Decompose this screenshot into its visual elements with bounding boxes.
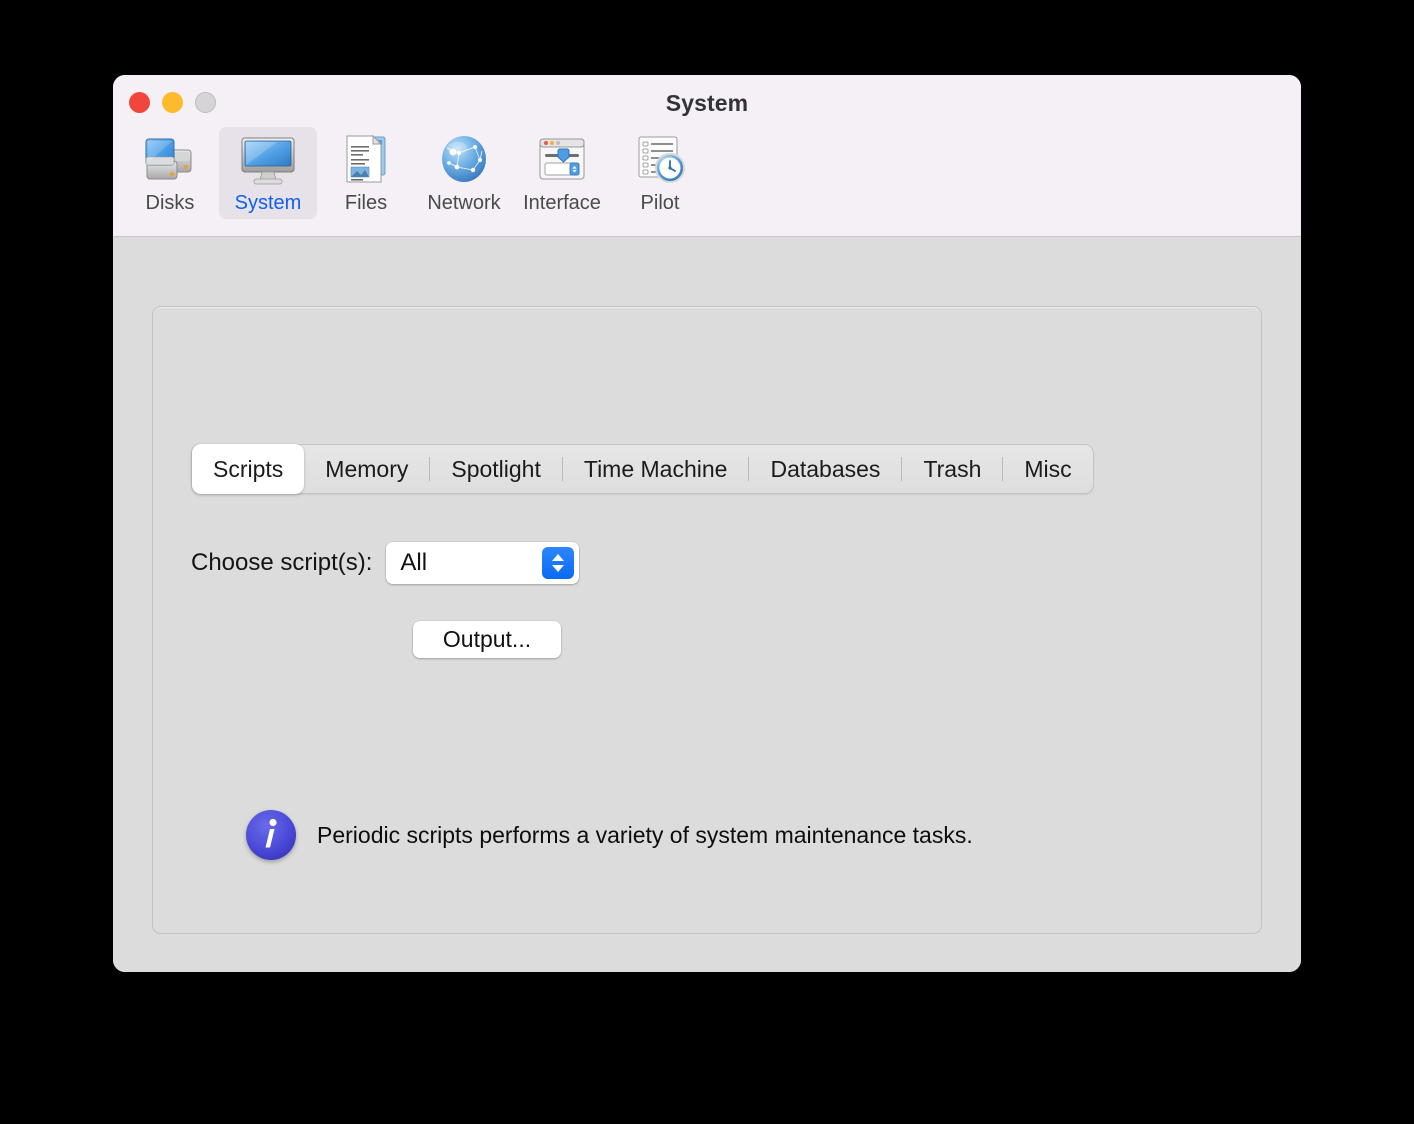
tab-databases[interactable]: Databases: [749, 445, 901, 493]
choose-scripts-value: All: [400, 549, 428, 576]
toolbar: Disks System Files Network Interface Pil…: [121, 127, 709, 219]
toolbar-item-label: Interface: [523, 192, 601, 214]
info-icon: [243, 807, 299, 863]
tab-label: Databases: [770, 455, 881, 482]
tab-label: Memory: [325, 455, 409, 482]
system-window: System Disks System Files Network Interf…: [113, 75, 1301, 972]
tab-label: Misc: [1024, 455, 1072, 482]
choose-scripts-label: Choose script(s):: [191, 549, 373, 576]
window-title: System: [665, 90, 749, 116]
tab-label: Spotlight: [451, 455, 541, 482]
toolbar-item-label: Network: [427, 192, 501, 214]
info-message: Periodic scripts performs a variety of s…: [243, 807, 973, 863]
checklist-clock-icon: [629, 132, 691, 188]
toolbar-item-label: Pilot: [640, 192, 680, 214]
toolbar-item-label: System: [234, 192, 302, 214]
output-button[interactable]: Output...: [413, 621, 561, 658]
tab-misc[interactable]: Misc: [1003, 445, 1092, 493]
tab-scripts[interactable]: Scripts: [192, 444, 305, 494]
info-text: Periodic scripts performs a variety of s…: [317, 821, 973, 848]
toolbar-item-disks[interactable]: Disks: [121, 127, 219, 219]
toolbar-item-label: Files: [344, 192, 388, 214]
toolbar-item-label: Disks: [145, 192, 195, 214]
documents-icon: [335, 132, 397, 188]
chevron-updown-icon: [542, 547, 575, 579]
output-button-label: Output...: [442, 626, 532, 652]
toolbar-item-interface[interactable]: Interface: [513, 127, 611, 219]
window-body: Scripts Memory Spotlight Time Machine Da…: [113, 237, 1301, 972]
display-icon: [237, 132, 299, 188]
tab-spotlight[interactable]: Spotlight: [430, 445, 562, 493]
tab-label: Scripts: [213, 455, 284, 482]
sliders-window-icon: [531, 132, 593, 188]
tab-bar: Scripts Memory Spotlight Time Machine Da…: [191, 444, 1094, 494]
toolbar-item-network[interactable]: Network: [415, 127, 513, 219]
window-titlebar: System Disks System Files Network Interf…: [113, 75, 1301, 237]
toolbar-item-files[interactable]: Files: [317, 127, 415, 219]
disks-icon: [139, 132, 201, 188]
toolbar-item-pilot[interactable]: Pilot: [611, 127, 709, 219]
choose-scripts-select[interactable]: All: [386, 542, 580, 584]
choose-scripts-row: Choose script(s): All: [191, 542, 580, 584]
toolbar-item-system[interactable]: System: [219, 127, 317, 219]
tab-label: Trash: [923, 455, 982, 482]
tab-trash[interactable]: Trash: [902, 445, 1002, 493]
tab-label: Time Machine: [583, 455, 728, 482]
globe-icon: [433, 132, 495, 188]
tab-memory[interactable]: Memory: [304, 445, 429, 493]
tab-time-machine[interactable]: Time Machine: [563, 445, 749, 493]
